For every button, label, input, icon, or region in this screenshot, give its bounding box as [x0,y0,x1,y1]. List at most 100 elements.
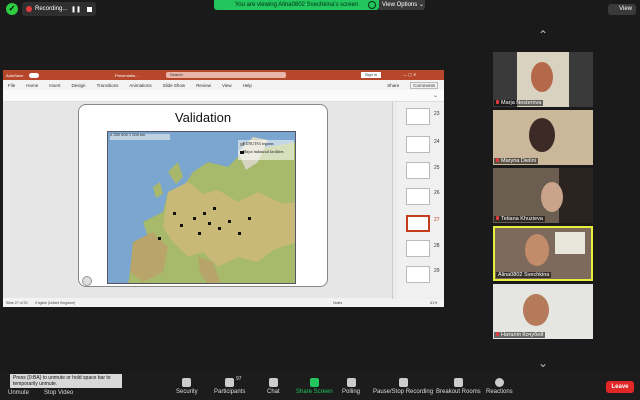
view-button[interactable]: View [608,4,636,15]
slide-number: 25 [434,165,440,171]
tab-slide-show[interactable]: Slide Show [163,83,186,88]
security-shield-icon[interactable]: ✓ [6,3,18,15]
share-screen-icon [309,378,319,387]
share-screen-button[interactable]: Share Screen [296,378,333,395]
tab-animations[interactable]: Animations [129,83,151,88]
participant-count: 97 [236,376,242,382]
leave-button[interactable]: Leave [606,381,634,393]
slide-title: Validation [174,110,232,125]
participant-video [541,182,563,212]
unmute-button[interactable]: Unmute [8,390,29,396]
participant-tile[interactable]: Tetiana Khuzieva [493,168,593,223]
stop-video-label: Stop Video [44,390,74,396]
slide-thumbnail[interactable] [406,188,430,205]
slide-number: 29 [434,268,440,274]
ppt-status-bar: Slide 27 of 29 English (United Kingdom) … [3,299,444,307]
slide-number: 27 [434,217,440,223]
participant-video [525,234,549,266]
slide-number: 26 [434,190,440,196]
map-scale: 0 250 500 1 000 km [110,132,146,137]
ppt-search-input[interactable]: Search [166,72,286,78]
viewing-banner: You are viewing Alina0802 Svechkina's sc… [214,0,379,10]
security-shield-icon [182,378,192,387]
view-options-button[interactable]: View Options ⌄ [379,0,425,10]
tab-help[interactable]: Help [243,83,252,88]
muted-mic-icon [496,100,499,104]
share-button[interactable]: Share [387,83,399,88]
signin-button[interactable]: Sign in [361,72,381,78]
ppt-ribbon-tabs: File Home Insert Design Transitions Anim… [3,80,444,90]
tab-file[interactable]: File [8,83,15,88]
map-legend-facilities: Major industrial facilities [243,149,284,154]
security-label: Security [176,389,198,395]
reactions-button[interactable]: Reactions [486,378,513,395]
zoom-level[interactable]: 61% [430,301,437,305]
chat-button[interactable]: Chat [267,378,280,395]
ppt-filename: Presentatio... [115,73,139,78]
map-legend-regions: EUNUTS3 regions [243,141,274,146]
participant-name: Marja Nesterova [494,100,544,106]
participant-video [523,294,549,326]
slide-thumbnail[interactable] [406,162,430,179]
slide-thumbnail[interactable] [406,108,430,125]
scroll-up-chevron-icon[interactable]: ⌃ [536,28,550,42]
slide-thumbnail[interactable] [406,240,430,257]
security-button[interactable]: Security [176,378,198,395]
comments-button[interactable]: Comments [410,81,438,89]
reactions-label: Reactions [486,389,513,395]
pause-stop-recording-button[interactable]: Pause/Stop Recording [373,378,433,395]
ribbon-collapse-icon[interactable]: ⌄ [433,92,438,99]
participant-tile[interactable]: Maryna Dielini [493,110,593,165]
slide-thumbnail[interactable] [406,136,430,153]
autosave-toggle[interactable] [29,73,39,78]
slide-number: 23 [434,111,440,117]
participant-video [529,118,555,152]
participant-tile[interactable]: Marja Nesterova [493,52,593,107]
recording-indicator: Recording... ❚❚ [22,2,96,16]
ppt-title-bar: AutoSave Presentatio... Search Sign in —… [3,70,444,80]
recording-dot-icon [26,6,32,12]
stop-recording-icon[interactable] [87,6,92,12]
muted-mic-icon [496,332,499,336]
participants-icon [225,378,235,387]
tab-insert[interactable]: Insert [49,83,60,88]
pause-recording-icon[interactable]: ❚❚ [71,6,81,13]
chat-label: Chat [267,389,280,395]
tab-home[interactable]: Home [26,83,38,88]
slide-thumbnail-selected[interactable] [406,215,430,232]
status-language[interactable]: English (United Kingdom) [35,301,75,305]
polling-chart-icon [346,378,356,387]
polling-label: Polling [342,389,361,395]
status-slide-count: Slide 27 of 29 [6,301,28,305]
participant-video [531,62,553,92]
viewing-status-icon [368,1,376,9]
slide-play-icon[interactable] [82,276,92,286]
participant-tile-active-speaker[interactable]: Alina0802 Svechkina [493,226,593,281]
participant-name: Alina0802 Svechkina [496,272,552,278]
slide-thumbnail[interactable] [406,266,430,283]
scroll-down-chevron-icon[interactable]: ⌄ [536,356,550,370]
view-options-label: View Options [382,2,418,8]
window-controls[interactable]: — ▢ ✕ [403,72,416,77]
tab-design[interactable]: Design [72,83,86,88]
ppt-ribbon: ⌄ [3,90,444,102]
polling-button[interactable]: Polling [342,378,360,395]
tab-review[interactable]: Review [196,83,211,88]
map-graphic [108,132,295,283]
breakout-label: Breakout Rooms [436,389,481,395]
participants-label: Participants [214,389,246,395]
participant-name: Наталія Кочубей [494,332,546,338]
chat-bubble-icon [268,378,278,387]
unmute-tooltip: Press {0:BA} to unmute or hold space bar… [10,374,122,388]
breakout-rooms-button[interactable]: Breakout Rooms [436,378,481,395]
tab-view[interactable]: View [222,83,232,88]
notes-button[interactable]: Notes [333,301,342,305]
tab-transitions[interactable]: Transitions [97,83,119,88]
participant-name: Maryna Dielini [494,158,538,164]
participant-tile[interactable]: Наталія Кочубей [493,284,593,339]
muted-mic-icon [496,158,499,162]
stop-video-button[interactable]: Stop Video [44,390,73,396]
pause-stop-label: Pause/Stop Recording [373,389,434,395]
reactions-smiley-icon [494,378,504,387]
slide-number: 28 [434,243,440,249]
